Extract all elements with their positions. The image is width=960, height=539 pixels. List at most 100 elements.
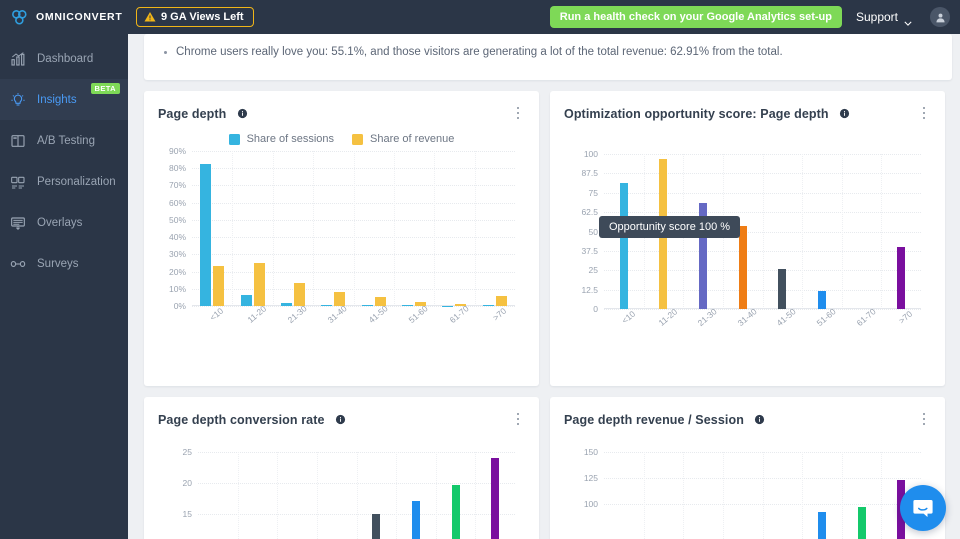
card-header: Page depth revenue / Session [564, 411, 931, 430]
bar[interactable] [372, 514, 380, 539]
y-axis-tick-label: 0 [593, 304, 598, 314]
app-root: OMNICONVERT 9 GA Views Left Run a health… [0, 0, 960, 539]
insight-summary-card: Chrome users really love you: 55.1%, and… [144, 34, 952, 80]
sidebar-item-insights[interactable]: Insights BETA [0, 79, 128, 120]
bar[interactable] [254, 263, 265, 306]
omniconvert-logo-icon [10, 8, 29, 27]
y-axis-tick-label: 50% [169, 215, 186, 225]
x-axis-tick-label: >70 [490, 306, 507, 323]
card-optimization-opportunity-score: Optimization opportunity score: Page dep… [550, 91, 945, 386]
sidebar-item-surveys[interactable]: Surveys [0, 243, 128, 284]
card-title: Page depth revenue / Session [564, 413, 744, 427]
y-axis-tick-label: 20% [169, 267, 186, 277]
bar-group [763, 452, 803, 539]
bar[interactable] [412, 501, 420, 539]
lightbulb-icon [10, 92, 26, 108]
top-bar: OMNICONVERT 9 GA Views Left Run a health… [0, 0, 960, 34]
kebab-menu-icon[interactable] [917, 105, 931, 121]
x-axis-tick-label: <10 [619, 309, 636, 326]
info-icon[interactable] [839, 106, 850, 123]
card-title: Page depth conversion rate [158, 413, 325, 427]
bar-group [394, 151, 434, 306]
bar-group [683, 452, 723, 539]
sidebar-item-personalization[interactable]: Personalization [0, 161, 128, 202]
sidebar-item-overlays[interactable]: Overlays [0, 202, 128, 243]
top-bar-right: Run a health check on your Google Analyt… [550, 6, 960, 28]
info-icon[interactable] [335, 412, 346, 429]
legend-label: Share of revenue [370, 133, 454, 145]
x-axis-tick-label: 11-20 [656, 307, 679, 328]
plot-area: 100125150 [604, 452, 921, 539]
info-icon[interactable] [754, 412, 765, 429]
chart-tooltip: Opportunity score 100 % [599, 216, 740, 238]
split-panel-icon [10, 133, 26, 149]
kebab-menu-icon[interactable] [917, 411, 931, 427]
y-axis-tick-label: 100 [584, 499, 598, 509]
info-icon[interactable] [237, 106, 248, 123]
warning-triangle-icon [144, 11, 156, 23]
bar[interactable] [818, 512, 826, 539]
sidebar-item-dashboard[interactable]: Dashboard [0, 38, 128, 79]
bar-group [604, 452, 644, 539]
beta-badge: BETA [91, 83, 120, 94]
bar[interactable] [858, 507, 866, 539]
bar[interactable] [818, 291, 826, 309]
chart-revenue-per-session: 100125150 [604, 452, 921, 539]
bar-group [475, 452, 515, 539]
bar[interactable] [241, 295, 252, 306]
bar[interactable] [897, 247, 905, 309]
bar-group [644, 452, 684, 539]
legend-item-share-of-revenue[interactable]: Share of revenue [352, 133, 454, 145]
card-page-depth-conversion-rate: Page depth conversion rate 152025 [144, 397, 539, 539]
y-axis-tick-label: 20 [183, 478, 192, 488]
card-header: Optimization opportunity score: Page dep… [564, 105, 931, 124]
page-title: Page depth [158, 105, 248, 124]
bar-group [802, 154, 842, 309]
bar[interactable] [452, 485, 460, 539]
bar-group [434, 151, 474, 306]
y-axis-tick-label: 80% [169, 163, 186, 173]
x-axis-tick-label: 21-30 [286, 303, 309, 325]
support-menu[interactable]: Support [856, 10, 912, 24]
y-axis-tick-label: 70% [169, 180, 186, 190]
run-health-check-button[interactable]: Run a health check on your Google Analyt… [550, 6, 842, 28]
bar-group [313, 151, 353, 306]
ga-views-left-label: 9 GA Views Left [161, 11, 244, 23]
kebab-menu-icon[interactable] [511, 411, 525, 427]
bar[interactable] [294, 283, 305, 306]
ga-views-left-badge[interactable]: 9 GA Views Left [136, 7, 254, 27]
card-title: Page depth [158, 107, 226, 121]
legend-item-share-of-sessions[interactable]: Share of sessions [229, 133, 334, 145]
brand-name: OMNICONVERT [36, 11, 122, 23]
x-axis-tick-label: 51-60 [407, 303, 430, 325]
bar[interactable] [213, 266, 224, 306]
support-label: Support [856, 10, 898, 24]
bar[interactable] [778, 269, 786, 309]
y-axis-tick-label: 87.5 [581, 168, 598, 178]
sidebar-item-label: Insights [37, 94, 77, 106]
x-axis-tick-label: 41-50 [775, 306, 798, 328]
intercom-chat-icon[interactable] [900, 485, 946, 531]
y-axis-tick-label: 90% [169, 146, 186, 156]
sidebar-item-label: Dashboard [37, 53, 93, 65]
bar[interactable] [491, 458, 499, 539]
chart-optimization-opportunity: 012.52537.55062.57587.5100<1011-2021-303… [604, 154, 921, 309]
chart-conversion-rate: 152025 [198, 452, 515, 539]
bar[interactable] [200, 164, 211, 306]
bar[interactable] [739, 226, 747, 309]
x-axis-labels: <1011-2021-3031-4041-5051-6061-70>70 [604, 309, 921, 319]
kebab-menu-icon[interactable] [511, 105, 525, 121]
plot-area: 0%10%20%30%40%50%60%70%80%90%<1011-2021-… [192, 151, 515, 306]
x-axis-tick-label: 61-70 [854, 306, 877, 328]
page-title: Page depth revenue / Session [564, 411, 765, 430]
x-axis-tick-label: 51-60 [815, 306, 838, 328]
bar-chart-icon [10, 51, 26, 67]
legend-swatch [229, 134, 240, 145]
bar[interactable] [620, 183, 628, 309]
brand[interactable]: OMNICONVERT [0, 8, 128, 27]
bar-group [763, 154, 803, 309]
sidebar-item-ab-testing[interactable]: A/B Testing [0, 120, 128, 161]
y-axis-tick-label: 100 [584, 149, 598, 159]
y-axis-tick-label: 25 [589, 265, 598, 275]
user-avatar-icon[interactable] [930, 7, 950, 27]
